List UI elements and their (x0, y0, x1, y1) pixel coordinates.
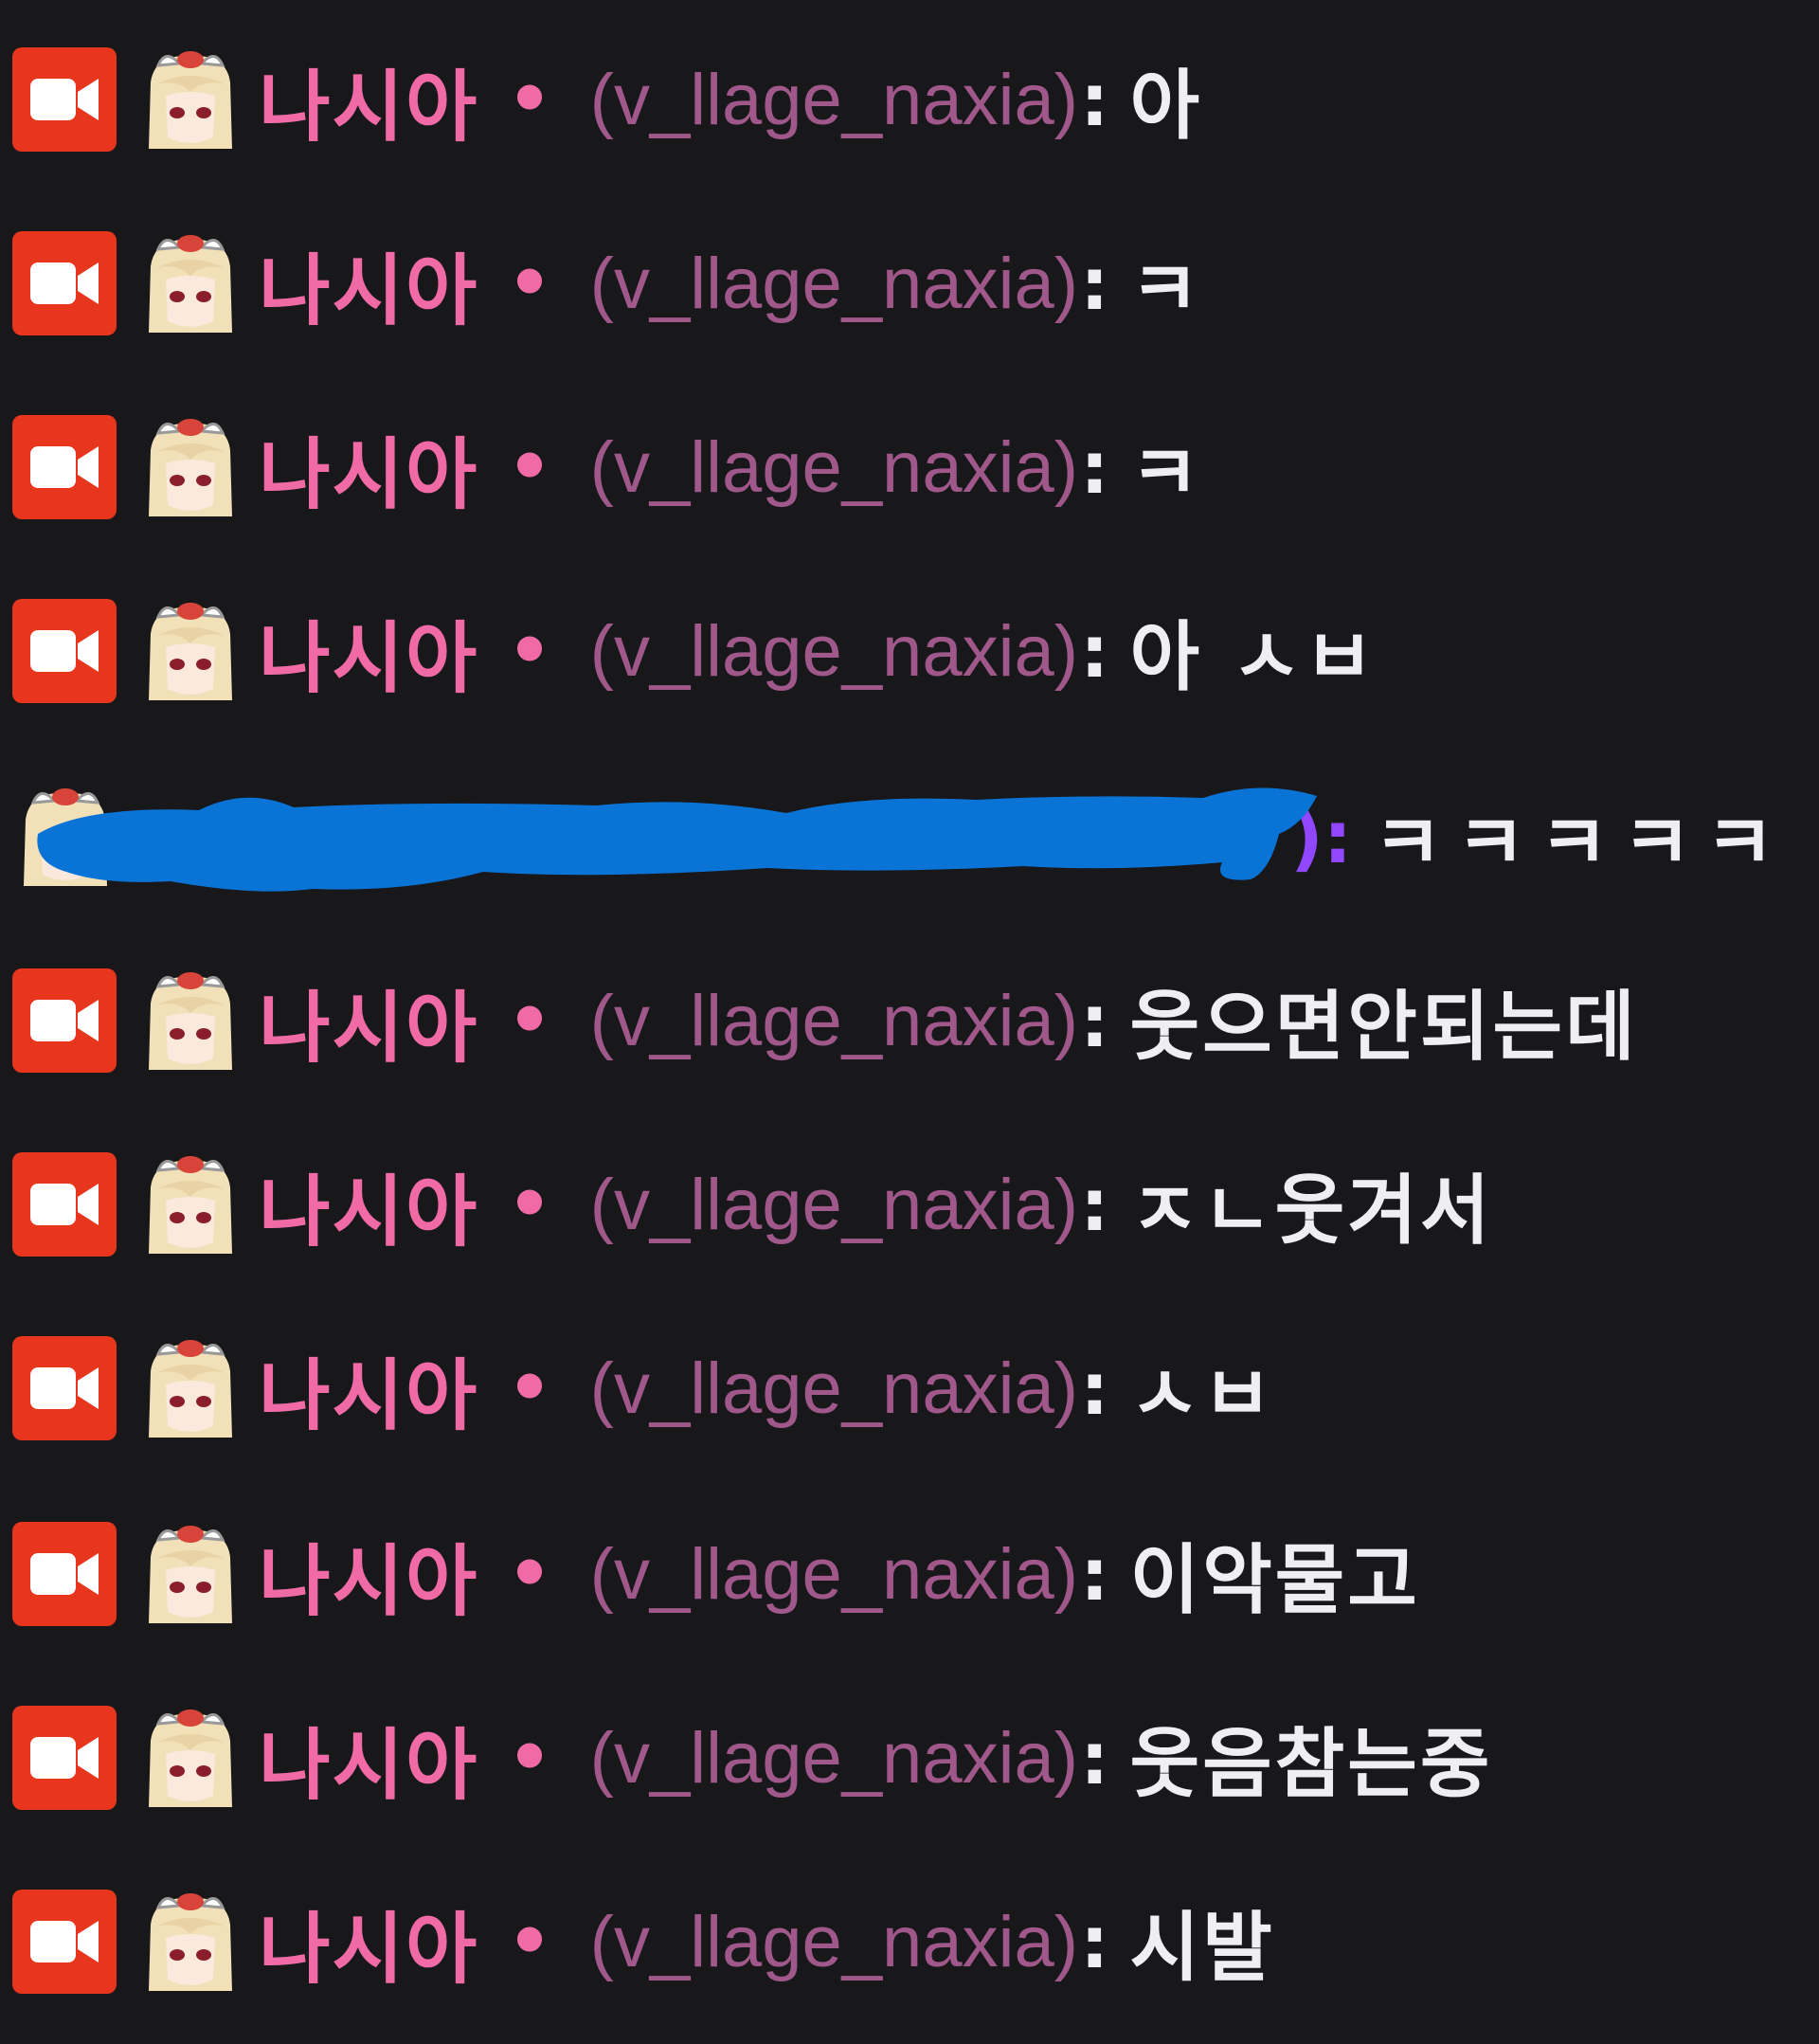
colon: : (1080, 425, 1109, 510)
login-name[interactable]: (v_llage_naxia) (590, 610, 1078, 693)
camera-icon[interactable] (12, 415, 117, 519)
message-text: ㅈㄴ웃겨서 (1129, 1167, 1493, 1255)
login-name[interactable]: (v_llage_naxia) (590, 1348, 1078, 1430)
emote-avatar-icon[interactable] (137, 598, 243, 704)
login-name[interactable]: (v_llage_naxia) (590, 243, 1078, 325)
emote-avatar-icon[interactable] (137, 1889, 243, 1995)
colon: ): (1290, 794, 1353, 879)
login-name[interactable]: (v_llage_naxia) (590, 1164, 1078, 1246)
display-name[interactable]: 나시아 (259, 227, 478, 340)
name-separator: • (507, 243, 552, 324)
emote-avatar-icon[interactable] (137, 414, 243, 520)
emote-avatar-icon[interactable] (137, 968, 243, 1074)
emote-avatar-icon[interactable] (137, 1705, 243, 1811)
display-name[interactable]: 나시아 (259, 595, 478, 708)
message-text: 이악물고 (1129, 1536, 1420, 1624)
chat-message: 나시아 • (v_llage_naxia) : ㅈㄴ웃겨서 (0, 1143, 1492, 1266)
login-name[interactable]: (v_llage_naxia) (590, 1717, 1078, 1800)
login-name[interactable]: (v_llage_naxia) (590, 426, 1078, 509)
emote-avatar-icon[interactable] (137, 230, 243, 336)
emote-avatar-icon[interactable] (137, 1151, 243, 1257)
camera-icon[interactable] (12, 1706, 117, 1810)
colon: : (1080, 1899, 1109, 1984)
display-name[interactable]: 나시아 (259, 44, 478, 156)
chat-message: 나시아 • (v_llage_naxia) : 아 ㅅㅂ (0, 589, 1377, 713)
colon: : (1080, 1715, 1109, 1800)
camera-icon[interactable] (12, 968, 117, 1073)
chat-log: 나시아 • (v_llage_naxia) : 아 나시아 • (v_llage… (0, 0, 1819, 2044)
display-name[interactable]: 나시아 (259, 1332, 478, 1445)
name-separator: • (507, 1717, 552, 1799)
chat-message: 나시아 • (v_llage_naxia) : 웃으면안되는데 (0, 959, 1638, 1082)
message-text: ㅅㅂ (1129, 1350, 1275, 1438)
emote-avatar-icon[interactable] (137, 46, 243, 153)
chat-message: 나시아 • (v_llage_naxia) : ㅋ (0, 406, 1202, 529)
name-separator: • (507, 1901, 552, 1982)
name-separator: • (507, 1533, 552, 1615)
chat-message: 나시아 • (v_llage_naxia) : 웃음참는중 (0, 1696, 1492, 1819)
display-name[interactable]: 나시아 (259, 1886, 478, 1999)
chat-message: 나시아 • (v_llage_naxia) : ㅋ (0, 222, 1202, 345)
colon: : (1080, 978, 1109, 1063)
name-separator: • (507, 1164, 552, 1245)
emote-avatar-icon[interactable] (12, 784, 118, 890)
emote-avatar-icon[interactable] (137, 1521, 243, 1627)
message-text: ㅋ (1129, 429, 1203, 517)
message-text: 웃으면안되는데 (1129, 983, 1638, 1071)
display-name[interactable]: 나시아 (259, 1702, 478, 1815)
camera-icon[interactable] (12, 599, 117, 703)
camera-icon[interactable] (12, 1522, 117, 1626)
login-name[interactable]: (v_llage_naxia) (590, 980, 1078, 1062)
name-separator: • (507, 59, 552, 140)
login-name[interactable]: (v_llage_naxia) (590, 1533, 1078, 1616)
camera-icon[interactable] (12, 231, 117, 335)
colon: : (1080, 1531, 1109, 1617)
chat-message-redacted: ): ㅋㅋㅋㅋㅋ (0, 775, 1788, 898)
name-separator: • (507, 1348, 552, 1429)
name-separator: • (507, 610, 552, 692)
name-separator: • (507, 426, 552, 508)
camera-icon[interactable] (12, 47, 117, 152)
login-name[interactable]: (v_llage_naxia) (590, 59, 1078, 141)
camera-icon[interactable] (12, 1336, 117, 1440)
message-text: ㅋ (1129, 245, 1203, 334)
login-name[interactable]: (v_llage_naxia) (590, 1901, 1078, 1983)
colon: : (1080, 241, 1109, 326)
display-name[interactable]: 나시아 (259, 965, 478, 1077)
chat-message: 나시아 • (v_llage_naxia) : ㅅㅂ (0, 1327, 1275, 1450)
colon: : (1080, 57, 1109, 142)
message-text: ㅋㅋㅋㅋㅋ (1373, 799, 1789, 887)
chat-message: 나시아 • (v_llage_naxia) : 아 (0, 38, 1202, 161)
camera-icon[interactable] (12, 1890, 117, 1994)
colon: : (1080, 608, 1109, 694)
display-name[interactable]: 나시아 (259, 411, 478, 524)
display-name[interactable]: 나시아 (259, 1149, 478, 1261)
colon: : (1080, 1162, 1109, 1247)
emote-avatar-icon[interactable] (137, 1335, 243, 1441)
message-text: 웃음참는중 (1129, 1720, 1493, 1808)
redaction-scribble (37, 787, 1317, 892)
camera-icon[interactable] (12, 1152, 117, 1257)
chat-message: 나시아 • (v_llage_naxia) : 이악물고 (0, 1512, 1420, 1636)
display-name[interactable]: 나시아 (259, 1518, 478, 1631)
chat-message: 나시아 • (v_llage_naxia) : 시발 (0, 1880, 1275, 2003)
message-text: 아 ㅅㅂ (1129, 613, 1378, 701)
message-text: 아 (1129, 62, 1203, 150)
colon: : (1080, 1346, 1109, 1431)
message-text: 시발 (1129, 1904, 1275, 1992)
name-separator: • (507, 980, 552, 1061)
